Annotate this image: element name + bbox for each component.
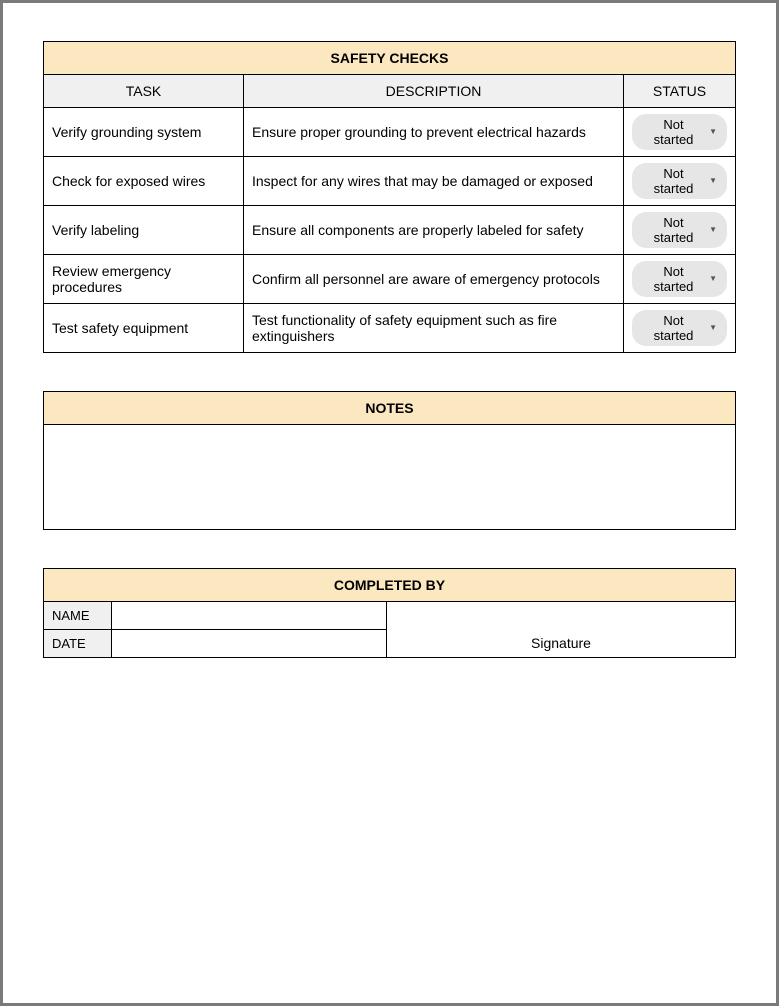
safety-checks-table: SAFETY CHECKS TASK DESCRIPTION STATUS Ve… — [43, 41, 736, 353]
spacer — [43, 530, 736, 568]
table-row: Review emergency procedures Confirm all … — [44, 255, 736, 304]
col-header-description: DESCRIPTION — [244, 75, 624, 108]
table-title-row: NOTES — [44, 392, 736, 425]
signature-label: Signature — [531, 635, 591, 651]
status-label: Not started — [644, 264, 703, 294]
description-cell: Ensure all components are properly label… — [244, 206, 624, 255]
table-row: Verify labeling Ensure all components ar… — [44, 206, 736, 255]
safety-checks-title: SAFETY CHECKS — [44, 42, 736, 75]
description-cell: Inspect for any wires that may be damage… — [244, 157, 624, 206]
name-row: NAME Signature — [44, 602, 736, 630]
notes-table: NOTES — [43, 391, 736, 530]
signature-cell[interactable]: Signature — [387, 602, 736, 658]
description-cell: Confirm all personnel are aware of emerg… — [244, 255, 624, 304]
status-cell: Not started ▼ — [624, 108, 736, 157]
status-dropdown[interactable]: Not started ▼ — [632, 261, 727, 297]
task-cell: Verify labeling — [44, 206, 244, 255]
table-title-row: COMPLETED BY — [44, 569, 736, 602]
table-row: Verify grounding system Ensure proper gr… — [44, 108, 736, 157]
status-cell: Not started ▼ — [624, 255, 736, 304]
status-label: Not started — [644, 166, 703, 196]
notes-body-row — [44, 425, 736, 530]
table-title-row: SAFETY CHECKS — [44, 42, 736, 75]
status-label: Not started — [644, 313, 703, 343]
completed-by-title: COMPLETED BY — [44, 569, 736, 602]
date-label: DATE — [44, 630, 112, 658]
document-page: SAFETY CHECKS TASK DESCRIPTION STATUS Ve… — [0, 0, 779, 1006]
table-row: Test safety equipment Test functionality… — [44, 304, 736, 353]
spacer — [43, 353, 736, 391]
chevron-down-icon: ▼ — [709, 177, 717, 185]
status-dropdown[interactable]: Not started ▼ — [632, 114, 727, 150]
status-dropdown[interactable]: Not started ▼ — [632, 310, 727, 346]
status-cell: Not started ▼ — [624, 206, 736, 255]
status-label: Not started — [644, 215, 703, 245]
chevron-down-icon: ▼ — [709, 324, 717, 332]
task-cell: Test safety equipment — [44, 304, 244, 353]
description-cell: Ensure proper grounding to prevent elect… — [244, 108, 624, 157]
chevron-down-icon: ▼ — [709, 128, 717, 136]
status-label: Not started — [644, 117, 703, 147]
status-dropdown[interactable]: Not started ▼ — [632, 163, 727, 199]
date-field[interactable] — [112, 630, 387, 658]
table-header-row: TASK DESCRIPTION STATUS — [44, 75, 736, 108]
status-dropdown[interactable]: Not started ▼ — [632, 212, 727, 248]
chevron-down-icon: ▼ — [709, 226, 717, 234]
status-cell: Not started ▼ — [624, 304, 736, 353]
completed-by-table: COMPLETED BY NAME Signature DATE — [43, 568, 736, 658]
description-cell: Test functionality of safety equipment s… — [244, 304, 624, 353]
task-cell: Verify grounding system — [44, 108, 244, 157]
name-label: NAME — [44, 602, 112, 630]
table-row: Check for exposed wires Inspect for any … — [44, 157, 736, 206]
status-cell: Not started ▼ — [624, 157, 736, 206]
task-cell: Check for exposed wires — [44, 157, 244, 206]
notes-body[interactable] — [44, 425, 736, 530]
notes-title: NOTES — [44, 392, 736, 425]
col-header-task: TASK — [44, 75, 244, 108]
task-cell: Review emergency procedures — [44, 255, 244, 304]
name-field[interactable] — [112, 602, 387, 630]
col-header-status: STATUS — [624, 75, 736, 108]
chevron-down-icon: ▼ — [709, 275, 717, 283]
